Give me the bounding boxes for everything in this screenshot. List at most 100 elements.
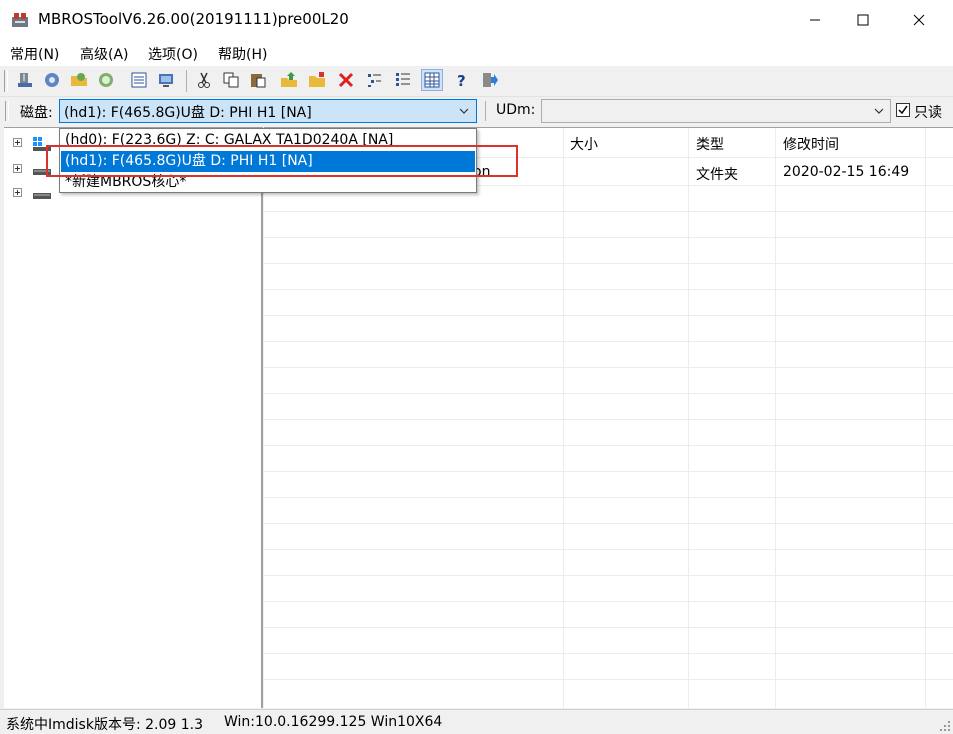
- toolbar-grip[interactable]: [4, 70, 8, 92]
- chevron-down-icon: [874, 108, 884, 114]
- diskbar-grip[interactable]: [5, 101, 9, 121]
- paste-icon: [251, 74, 266, 88]
- grid-view-button[interactable]: [421, 69, 443, 91]
- exit-button[interactable]: [479, 69, 501, 91]
- resize-grip-icon[interactable]: [939, 720, 951, 732]
- menu-bar: 常用(N) 高级(A) 选项(O) 帮助(H): [0, 40, 953, 66]
- row-divider: [264, 289, 953, 290]
- maximize-button[interactable]: [840, 0, 886, 40]
- delete-button[interactable]: [335, 69, 357, 91]
- row-divider: [264, 653, 953, 654]
- cell-modified: 2020-02-15 16:49: [783, 164, 910, 180]
- copy-icon: [223, 72, 239, 88]
- toolbar: ?: [0, 66, 953, 97]
- refresh-icon: [99, 73, 113, 87]
- expand-icon[interactable]: [13, 188, 22, 197]
- column-header-size[interactable]: 大小: [570, 134, 598, 154]
- column-divider: [563, 128, 564, 708]
- row-divider: [264, 419, 953, 420]
- menu-common[interactable]: 常用(N): [10, 44, 59, 64]
- app-logo-icon: [12, 13, 28, 27]
- new-folder-icon: [309, 72, 325, 87]
- folder-open-icon: [71, 73, 87, 86]
- open-folder-button[interactable]: [68, 69, 90, 91]
- monitor-icon: [159, 74, 173, 87]
- disk-tool-button[interactable]: [14, 69, 36, 91]
- menu-help[interactable]: 帮助(H): [218, 44, 267, 64]
- tree-detail-icon: [396, 73, 410, 86]
- row-divider: [264, 237, 953, 238]
- import-button[interactable]: [278, 69, 300, 91]
- column-header-modified[interactable]: 修改时间: [783, 134, 839, 154]
- minimize-button[interactable]: [792, 0, 838, 40]
- maximize-icon: [857, 14, 869, 26]
- column-divider: [688, 128, 689, 708]
- paste-button[interactable]: [247, 69, 269, 91]
- import-icon: [281, 72, 297, 87]
- chevron-down-icon: [459, 108, 469, 114]
- row-divider: [264, 367, 953, 368]
- close-icon: [913, 14, 925, 26]
- row-divider: [264, 445, 953, 446]
- udm-label: UDm:: [496, 102, 536, 118]
- cell-type: 文件夹: [696, 167, 738, 183]
- expand-icon[interactable]: [13, 164, 22, 173]
- menu-advanced[interactable]: 高级(A): [80, 44, 129, 64]
- disk-bar: 磁盘: (hd1): F(465.8G)U盘 D: PHI H1 [NA] UD…: [0, 97, 953, 126]
- status-bar: 系统中Imdisk版本号: 2.09 1.3 Win:10.0.16299.12…: [0, 709, 953, 734]
- highlight-annotation: [46, 145, 518, 177]
- cut-button[interactable]: [193, 69, 215, 91]
- settings-button[interactable]: [41, 69, 63, 91]
- gear-icon: [45, 73, 59, 87]
- row-divider: [264, 341, 953, 342]
- row-divider: [264, 263, 953, 264]
- cut-icon: [198, 72, 210, 88]
- column-divider: [925, 128, 926, 708]
- column-header-type[interactable]: 类型: [696, 134, 724, 154]
- tree-small-button[interactable]: [364, 69, 386, 91]
- new-folder-button[interactable]: [306, 69, 328, 91]
- tree-pane[interactable]: [4, 127, 263, 708]
- row-divider: [264, 393, 953, 394]
- disk-label: 磁盘:: [20, 105, 53, 121]
- column-divider: [775, 128, 776, 708]
- row-divider: [264, 315, 953, 316]
- file-list-pane[interactable]: 大小 类型 修改时间 on 文件夹 2020-02-15 16:49: [264, 127, 953, 708]
- list-button[interactable]: [128, 69, 150, 91]
- drive-icon: [33, 193, 51, 199]
- readonly-checkbox[interactable]: [896, 103, 910, 117]
- expand-icon[interactable]: [13, 138, 22, 147]
- window-title: MBROSToolV6.26.00(20191111)pre00L20: [38, 10, 349, 28]
- readonly-label[interactable]: 只读: [914, 102, 942, 122]
- row-divider: [264, 211, 953, 212]
- toolbar-separator: [186, 70, 187, 92]
- row-divider: [264, 523, 953, 524]
- row-divider: [264, 601, 953, 602]
- svg-text:?: ?: [457, 72, 466, 89]
- monitor-button[interactable]: [155, 69, 177, 91]
- exit-icon: [483, 73, 498, 87]
- status-imdisk-version: 系统中Imdisk版本号: 2.09 1.3: [6, 717, 203, 733]
- status-os-version: Win:10.0.16299.125 Win10X64: [224, 714, 443, 730]
- row-divider: [264, 575, 953, 576]
- row-divider: [264, 679, 953, 680]
- close-button[interactable]: [896, 0, 942, 40]
- refresh-button[interactable]: [95, 69, 117, 91]
- row-divider: [264, 471, 953, 472]
- copy-button[interactable]: [220, 69, 242, 91]
- title-bar: MBROSToolV6.26.00(20191111)pre00L20: [0, 0, 953, 40]
- help-button[interactable]: ?: [451, 69, 473, 91]
- checkmark-icon: [898, 105, 908, 115]
- minimize-icon: [810, 19, 820, 21]
- row-divider: [264, 497, 953, 498]
- udm-select[interactable]: [541, 99, 891, 123]
- delete-icon: [338, 72, 354, 88]
- list-icon: [131, 72, 147, 88]
- menu-options[interactable]: 选项(O): [148, 44, 198, 64]
- grid-view-icon: [424, 72, 440, 88]
- tree-small-icon: [368, 74, 381, 87]
- disk-select-value: (hd1): F(465.8G)U盘 D: PHI H1 [NA]: [64, 105, 312, 121]
- row-divider: [264, 627, 953, 628]
- disk-select[interactable]: (hd1): F(465.8G)U盘 D: PHI H1 [NA]: [59, 99, 477, 123]
- tree-detail-button[interactable]: [392, 69, 414, 91]
